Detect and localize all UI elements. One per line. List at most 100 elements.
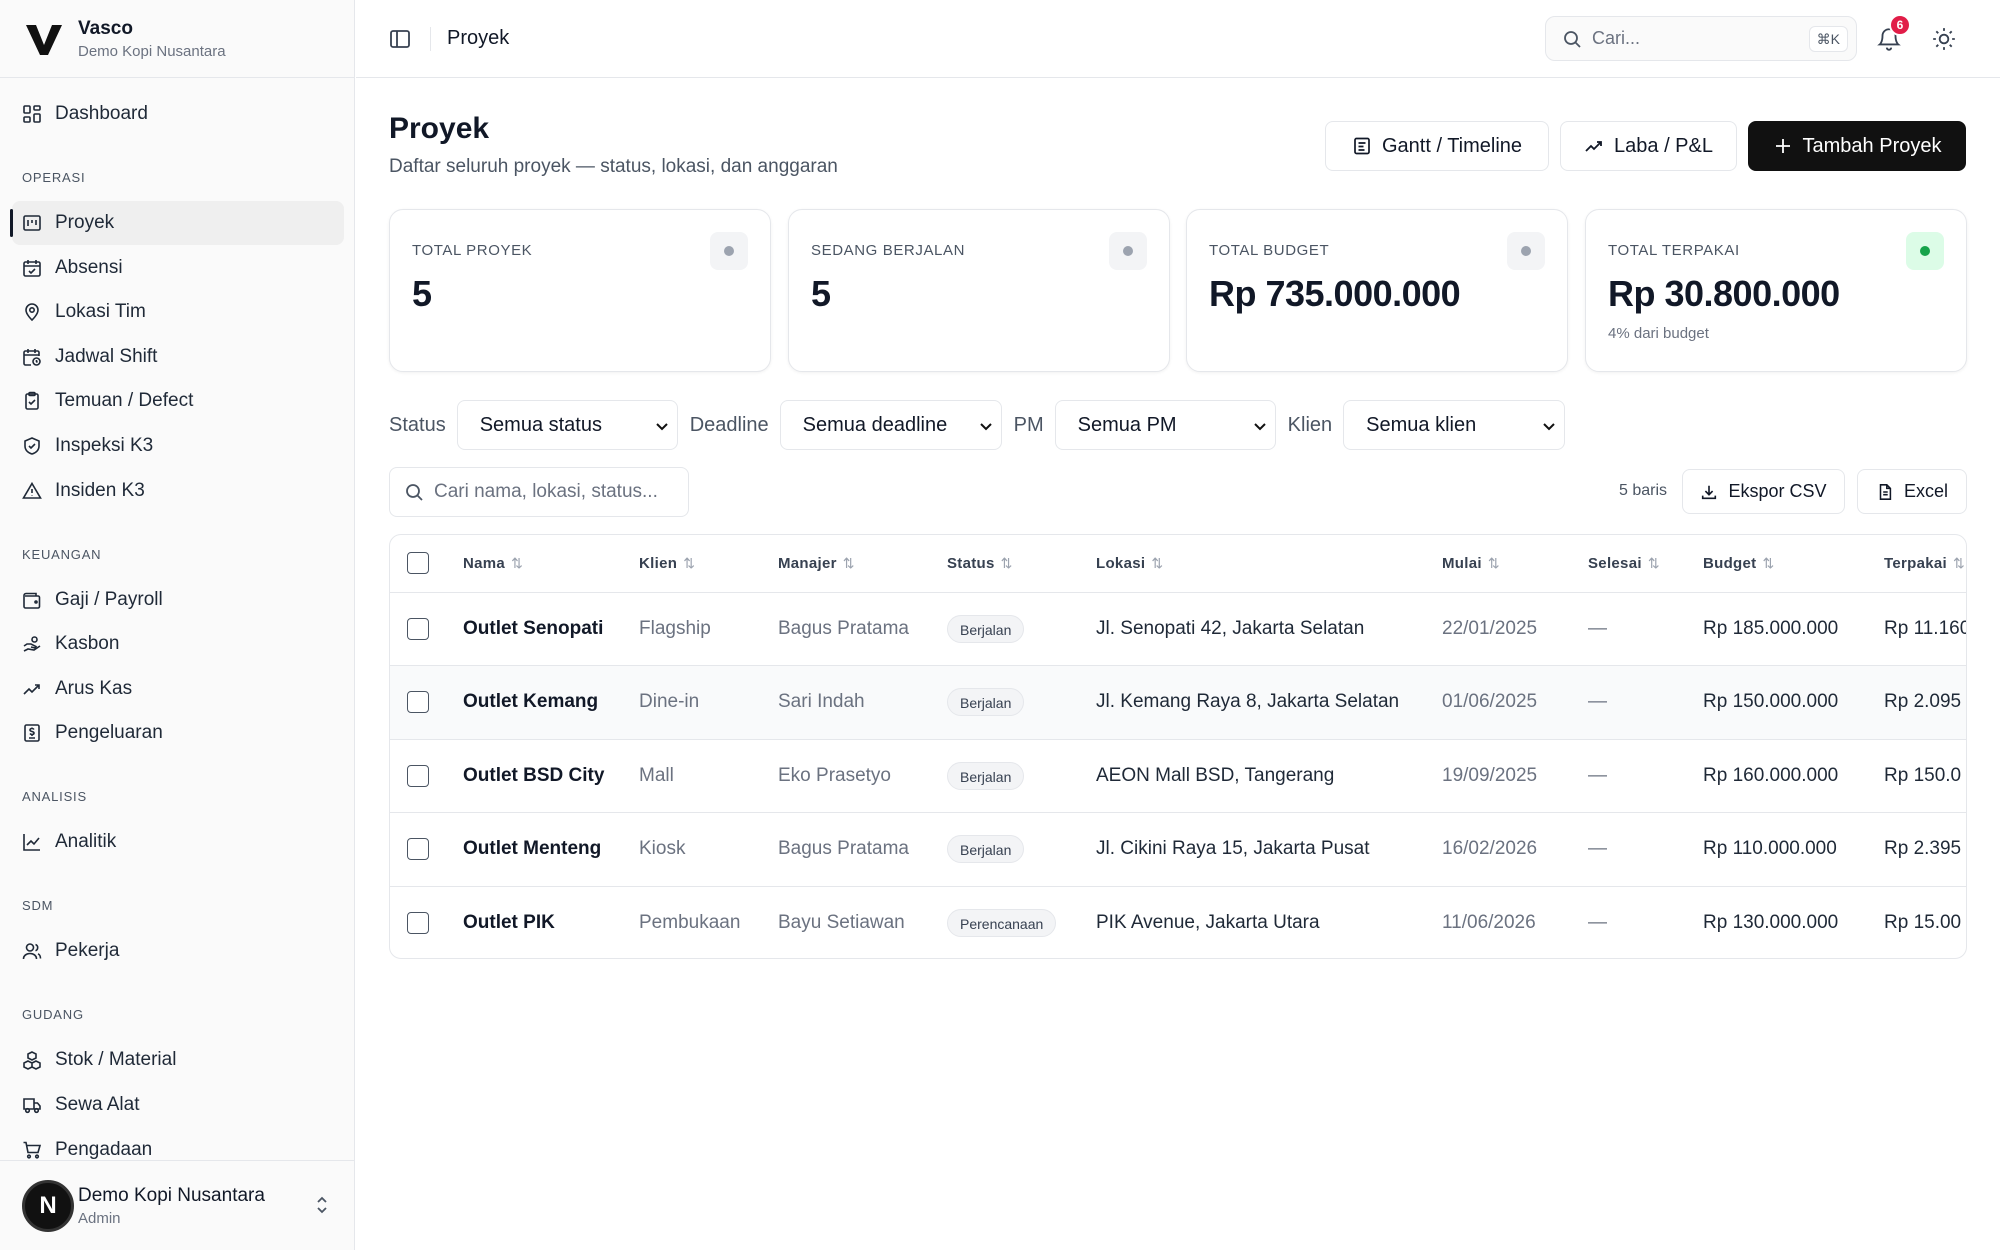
sidebar-toggle-icon[interactable] (388, 27, 412, 51)
row-checkbox[interactable] (407, 912, 429, 934)
brand-name: Vasco (78, 17, 133, 39)
column-header-status[interactable]: Status ⇅ (947, 535, 1096, 593)
section-title-sdm: SDM (22, 898, 54, 914)
sidebar-item-label: Pekerja (55, 940, 120, 962)
start-date-cell: 22/01/2025 (1442, 592, 1588, 666)
gantt-icon (1354, 137, 1370, 155)
export-csv-button[interactable]: Ekspor CSV (1682, 469, 1845, 514)
project-name[interactable]: Outlet PIK (463, 886, 639, 958)
project-name[interactable]: Outlet Senopati (463, 592, 639, 666)
chevron-down-icon (1543, 423, 1555, 431)
search-icon (1564, 30, 1581, 48)
excel-button[interactable]: Excel (1857, 469, 1967, 514)
sidebar-item-stok-material[interactable]: Stok / Material (12, 1038, 344, 1082)
sort-icon: ⇅ (1151, 554, 1164, 571)
sidebar-item-label: Temuan / Defect (55, 390, 194, 412)
column-label: Status (947, 554, 995, 572)
chevron-down-icon (655, 423, 668, 431)
project-name[interactable]: Outlet Kemang (463, 665, 639, 740)
sidebar-item-temuan-defect[interactable]: Temuan / Defect (12, 379, 344, 423)
boxes-icon (23, 1051, 41, 1071)
row-select-cell (390, 592, 463, 666)
section-title-keuangan: KEUANGAN (22, 546, 102, 562)
sidebar-item-proyek[interactable]: Proyek (10, 201, 344, 245)
brand[interactable]: Vasco Demo Kopi Nusantara (0, 0, 354, 78)
column-header-selesai[interactable]: Selesai ⇅ (1588, 535, 1703, 593)
chevrons-up-down-icon (317, 1196, 327, 1214)
column-header-mulai[interactable]: Mulai ⇅ (1442, 535, 1588, 593)
status-filter-select[interactable]: Semua status (456, 400, 678, 450)
column-header-lokasi[interactable]: Lokasi ⇅ (1096, 535, 1442, 593)
sidebar-item-jadwal-shift[interactable]: Jadwal Shift (12, 335, 344, 379)
dashboard-icon (23, 105, 41, 123)
table-search-input[interactable]: Cari nama, lokasi, status... (389, 467, 689, 517)
used-cell: Rp 150.0 (1884, 739, 1966, 813)
status-filter-value: Semua status (479, 413, 602, 436)
select-all-checkbox[interactable] (407, 552, 429, 575)
column-label: Klien (639, 554, 678, 572)
table-row[interactable]: Outlet BSD City Mall Eko Prasetyo Berjal… (390, 739, 1966, 813)
table-header-row: Nama ⇅ Klien ⇅ Manajer ⇅ Status ⇅ Lokasi ⇅ Mu… (390, 535, 1966, 593)
brand-logo (26, 24, 62, 55)
gantt-timeline-button[interactable]: Gantt / Timeline (1325, 121, 1549, 171)
deadline-filter-select[interactable]: Semua deadline (779, 400, 1002, 450)
table-row[interactable]: Outlet Senopati Flagship Bagus Pratama B… (390, 592, 1966, 666)
budget-cell: Rp 160.000.000 (1703, 739, 1884, 813)
project-name[interactable]: Outlet Menteng (463, 812, 639, 887)
shopping-cart-icon (23, 1141, 42, 1159)
status-dot (710, 232, 748, 270)
sun-icon[interactable] (1931, 26, 1957, 52)
sidebar-item-gaji-payroll[interactable]: Gaji / Payroll (12, 578, 344, 622)
sidebar-item-insiden-k3[interactable]: Insiden K3 (12, 469, 344, 513)
project-name[interactable]: Outlet BSD City (463, 739, 639, 813)
sidebar-item-label: Proyek (55, 212, 115, 233)
table-row[interactable]: Outlet Menteng Kiosk Bagus Pratama Berja… (390, 812, 1966, 887)
sidebar-item-pengeluaran[interactable]: Pengeluaran (12, 711, 344, 755)
column-header-terpakai[interactable]: Terpakai ⇅ (1884, 535, 1966, 593)
pm-filter-select[interactable]: Semua PM (1054, 400, 1276, 450)
sidebar-item-pekerja[interactable]: Pekerja (12, 929, 344, 973)
column-header-klien[interactable]: Klien ⇅ (639, 535, 778, 593)
add-project-label: Tambah Proyek (1802, 134, 1942, 157)
column-header-nama[interactable]: Nama ⇅ (463, 535, 639, 593)
sidebar-item-sewa-alat[interactable]: Sewa Alat (12, 1083, 344, 1127)
status-cell: Berjalan (947, 665, 1096, 740)
project-icon (23, 215, 41, 231)
wallet-icon (23, 592, 41, 609)
sidebar-item-analitik[interactable]: Analitik (12, 820, 344, 864)
column-header-budget[interactable]: Budget ⇅ (1703, 535, 1884, 593)
trending-up-icon (23, 683, 40, 695)
user-menu[interactable]: N Demo Kopi Nusantara Admin (0, 1160, 354, 1250)
add-project-button[interactable]: Tambah Proyek (1748, 121, 1966, 171)
column-label: Terpakai (1884, 554, 1947, 572)
sidebar-item-kasbon[interactable]: Kasbon (12, 622, 344, 666)
user-role: Admin (78, 1209, 121, 1227)
status-cell: Berjalan (947, 739, 1096, 813)
row-checkbox[interactable] (407, 764, 429, 787)
sidebar-item-dashboard[interactable]: Dashboard (12, 92, 344, 136)
table-row[interactable]: Outlet PIK Pembukaan Bayu Setiawan Peren… (390, 886, 1966, 958)
end-date-cell: — (1588, 812, 1703, 887)
sidebar-item-lokasi-tim[interactable]: Lokasi Tim (12, 290, 344, 334)
row-checkbox[interactable] (407, 838, 429, 861)
projects-table: Nama ⇅ Klien ⇅ Manajer ⇅ Status ⇅ Lokasi ⇅ Mu… (389, 534, 1967, 959)
profit-loss-button[interactable]: Laba / P&L (1560, 121, 1737, 171)
column-header-manajer[interactable]: Manajer ⇅ (778, 535, 947, 593)
end-date-cell: — (1588, 592, 1703, 666)
row-checkbox[interactable] (407, 617, 429, 640)
sidebar-item-absensi[interactable]: Absensi (12, 246, 344, 290)
status-dot (1906, 232, 1944, 270)
global-search-input[interactable]: Cari... ⌘K (1545, 16, 1857, 61)
table-row[interactable]: Outlet Kemang Dine-in Sari Indah Berjala… (390, 665, 1966, 740)
deadline-filter-value: Semua deadline (802, 413, 948, 436)
user-name: Demo Kopi Nusantara (78, 1184, 265, 1206)
gantt-timeline-label: Gantt / Timeline (1381, 134, 1523, 157)
sidebar-item-arus-kas[interactable]: Arus Kas (12, 667, 344, 711)
chevron-down-icon (1253, 423, 1266, 431)
client-filter-select[interactable]: Semua klien (1343, 400, 1566, 450)
used-cell: Rp 2.395 (1884, 812, 1966, 887)
stat-label: TOTAL BUDGET (1209, 242, 1330, 259)
row-checkbox[interactable] (407, 691, 429, 714)
sidebar-item-inspeksi-k3[interactable]: Inspeksi K3 (12, 424, 344, 468)
stat-card-total-proyek: TOTAL PROYEK 5 (389, 209, 771, 372)
